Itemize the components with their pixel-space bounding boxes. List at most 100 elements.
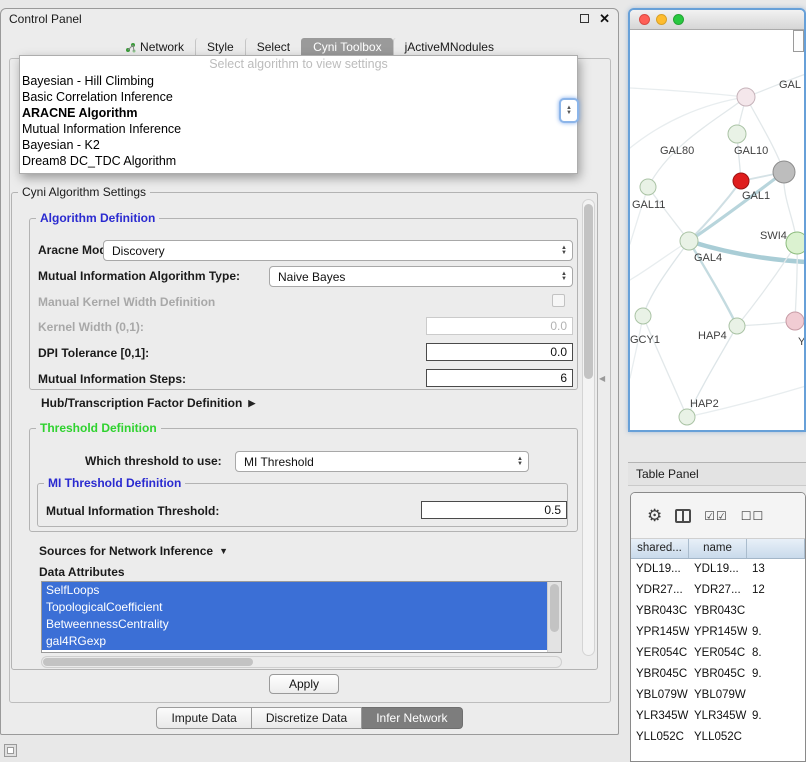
- table-cell: YDL19...: [689, 559, 747, 580]
- network-node[interactable]: [729, 318, 745, 334]
- scrollbar-thumb[interactable]: [584, 204, 593, 379]
- table-cell: 8.: [747, 643, 805, 664]
- table-row[interactable]: YBR043CYBR043C: [631, 601, 805, 622]
- column-header[interactable]: shared...: [631, 539, 689, 558]
- minimize-traffic-light-icon[interactable]: [656, 14, 667, 25]
- list-vertical-scrollbar[interactable]: [547, 582, 561, 652]
- mi-threshold-field[interactable]: 0.5: [421, 501, 567, 519]
- network-edge[interactable]: [795, 243, 797, 321]
- menu-item-dream8-dc-tdc-algorithm[interactable]: Dream8 DC_TDC Algorithm: [20, 153, 577, 169]
- mi-type-value: Naive Bayes: [278, 270, 345, 284]
- network-edge[interactable]: [643, 241, 689, 316]
- table-row[interactable]: YDR27...YDR27...12: [631, 580, 805, 601]
- table-row[interactable]: YBR045CYBR045C9.: [631, 664, 805, 685]
- control-panel-titlebar[interactable]: Control Panel ✕: [1, 9, 618, 29]
- table-cell: YLL052C: [631, 727, 689, 748]
- table-row[interactable]: YPR145WYPR145W9.: [631, 622, 805, 643]
- panel-grip-icon[interactable]: [4, 744, 17, 757]
- panel-collapse-arrow-icon[interactable]: ◀: [599, 374, 605, 383]
- data-attributes-list: SelfLoopsTopologicalCoefficientBetweenne…: [41, 581, 562, 653]
- table-row[interactable]: YLR345WYLR345W9.: [631, 706, 805, 727]
- network-window-titlebar[interactable]: [630, 10, 804, 30]
- aracne-mode-value: Discovery: [112, 244, 165, 258]
- table-panel-titlebar[interactable]: Table Panel: [628, 462, 806, 486]
- close-icon[interactable]: ✕: [599, 13, 610, 24]
- network-node[interactable]: [640, 179, 656, 195]
- network-node[interactable]: [786, 232, 804, 254]
- network-edge[interactable]: [630, 88, 746, 97]
- table-cell: YBR043C: [631, 601, 689, 622]
- zoom-traffic-light-icon[interactable]: [673, 14, 684, 25]
- deselect-all-checkboxes-icon[interactable]: ☐☐: [741, 509, 765, 523]
- table-row[interactable]: YER054CYER054C8.: [631, 643, 805, 664]
- canvas-side-box[interactable]: [793, 30, 804, 52]
- table-row[interactable]: YBL079WYBL079W: [631, 685, 805, 706]
- network-node[interactable]: [728, 125, 746, 143]
- table-cell: YDR27...: [631, 580, 689, 601]
- settings-vertical-scrollbar[interactable]: [582, 199, 595, 656]
- kernel-width-field[interactable]: 0.0: [426, 317, 573, 335]
- attribute-item[interactable]: gal4RGexp: [42, 633, 547, 650]
- attribute-item[interactable]: BetweennessCentrality: [42, 616, 547, 633]
- menu-item-bayesian-k2[interactable]: Bayesian - K2: [20, 137, 577, 153]
- tab-impute-data[interactable]: Impute Data: [156, 707, 251, 729]
- network-icon: [125, 42, 136, 53]
- settings-group-title: Cyni Algorithm Settings: [18, 185, 150, 199]
- dpi-tolerance-field[interactable]: 0.0: [426, 343, 573, 361]
- table-cell: 9.: [747, 706, 805, 727]
- mi-type-select[interactable]: Naive Bayes ▲▼: [269, 266, 573, 287]
- network-edge[interactable]: [630, 187, 648, 244]
- network-node[interactable]: [773, 161, 795, 183]
- columns-icon[interactable]: [675, 509, 691, 523]
- network-edge[interactable]: [630, 316, 643, 378]
- network-node[interactable]: [679, 409, 695, 425]
- restore-icon[interactable]: [580, 14, 589, 23]
- close-traffic-light-icon[interactable]: [639, 14, 650, 25]
- manual-kernel-checkbox[interactable]: [552, 294, 565, 307]
- network-node[interactable]: [733, 173, 749, 189]
- column-header[interactable]: [747, 539, 805, 558]
- aracne-mode-select[interactable]: Discovery ▲▼: [103, 240, 573, 261]
- attribute-item[interactable]: TopologicalCoefficient: [42, 599, 547, 616]
- mi-steps-label: Mutual Information Steps:: [38, 372, 186, 386]
- scrollbar-thumb[interactable]: [43, 658, 253, 666]
- table-header-row: shared...name: [631, 539, 805, 559]
- table-row[interactable]: YLL052CYLL052C: [631, 727, 805, 748]
- combo-arrows-icon: ▲▼: [561, 246, 572, 256]
- node-label: GAL4: [694, 252, 722, 264]
- network-node[interactable]: [680, 232, 698, 250]
- menu-item-bayesian-hill-climbing[interactable]: Bayesian - Hill Climbing: [20, 73, 577, 89]
- table-cell: YER054C: [631, 643, 689, 664]
- table-row[interactable]: YDL19...YDL19...13: [631, 559, 805, 580]
- list-horizontal-scrollbar[interactable]: [41, 656, 562, 668]
- menu-item-aracne-algorithm[interactable]: ARACNE Algorithm: [20, 105, 577, 121]
- menu-item-basic-correlation-inference[interactable]: Basic Correlation Inference: [20, 89, 577, 105]
- select-all-checkboxes-icon[interactable]: ☑☑: [704, 509, 728, 523]
- network-canvas[interactable]: GALGAL80GAL10GAL11GAL1SWI4GAL4GCY1HAP4HA…: [630, 30, 804, 430]
- network-edge[interactable]: [630, 241, 689, 280]
- threshold-definition-title: Threshold Definition: [36, 421, 161, 435]
- hub-section-toggle[interactable]: Hub/Transcription Factor Definition ▶: [41, 396, 255, 410]
- network-canvas-svg[interactable]: GALGAL80GAL10GAL11GAL1SWI4GAL4GCY1HAP4HA…: [630, 30, 804, 430]
- network-node[interactable]: [635, 308, 651, 324]
- column-header[interactable]: name: [689, 539, 747, 558]
- network-edge[interactable]: [746, 97, 784, 172]
- gear-icon[interactable]: ⚙: [647, 506, 662, 526]
- tab-infer-network[interactable]: Infer Network: [362, 707, 462, 729]
- algorithm-combo-end[interactable]: ▲▼: [559, 98, 579, 123]
- sources-section-toggle[interactable]: Sources for Network Inference ▼: [39, 544, 228, 558]
- table-cell: YBR043C: [689, 601, 747, 622]
- tab-discretize-data[interactable]: Discretize Data: [252, 707, 362, 729]
- which-threshold-select[interactable]: MI Threshold ▲▼: [235, 451, 529, 472]
- network-node[interactable]: [737, 88, 755, 106]
- attribute-item[interactable]: SelfLoops: [42, 582, 547, 599]
- network-node[interactable]: [786, 312, 804, 330]
- scrollbar-thumb[interactable]: [550, 584, 559, 632]
- mi-steps-field[interactable]: 6: [426, 369, 573, 387]
- network-edge[interactable]: [643, 316, 687, 417]
- table-cell: YLR345W: [631, 706, 689, 727]
- network-edge[interactable]: [648, 97, 746, 187]
- apply-button[interactable]: Apply: [269, 674, 339, 694]
- menu-item-mutual-information-inference[interactable]: Mutual Information Inference: [20, 121, 577, 137]
- network-edge[interactable]: [648, 187, 689, 241]
